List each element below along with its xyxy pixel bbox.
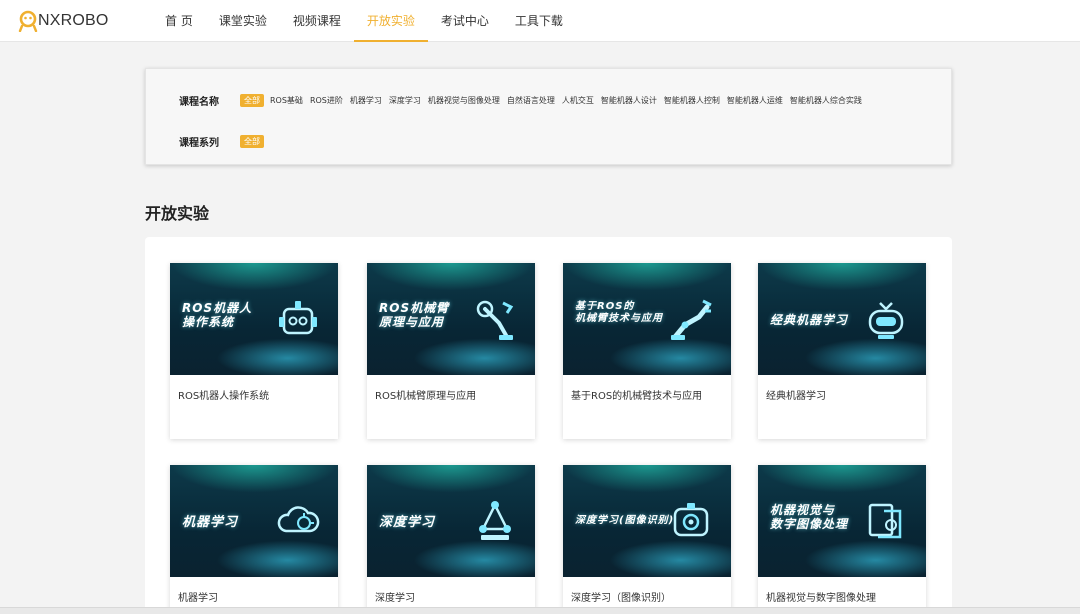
thumbnail-title-line: 数字图像处理 <box>770 517 849 532</box>
course-thumbnail: ROS机械臂 原理与应用 <box>367 263 535 375</box>
thumbnail-title-line: 基于ROS的 <box>575 301 635 312</box>
thumbnail-title: 机器视觉与 数字图像处理 <box>770 503 848 532</box>
course-name-filter-option[interactable]: 自然语言处理 <box>504 94 558 107</box>
thumbnail-title: 深度学习 <box>379 515 435 531</box>
filter-label-course-name: 课程名称 <box>179 97 219 108</box>
course-card-title: 基于ROS的机械臂技术与应用 <box>571 391 703 402</box>
course-name-filter-option[interactable]: 智能机器人综合实践 <box>787 94 865 107</box>
thumbnail-title: 经典机器学习 <box>770 313 848 327</box>
course-name-filter-option[interactable]: 智能机器人运维 <box>724 94 786 107</box>
course-name-filter-option[interactable]: 智能机器人控制 <box>661 94 723 107</box>
course-card-title: ROS机器人操作系统 <box>178 391 270 402</box>
thumbnail-title-line: 深度学习(图像识别) <box>575 515 675 526</box>
brand-name: NXROBO <box>38 12 109 29</box>
course-name-filter-option[interactable]: 深度学习 <box>386 94 424 107</box>
robot-face-icon <box>868 302 904 339</box>
image-scan-icon <box>868 503 902 539</box>
thumbnail-title-line: 原理与应用 <box>379 315 445 330</box>
industrial-arm-icon <box>671 299 712 340</box>
course-card-title: 经典机器学习 <box>766 391 826 402</box>
filter-panel: 课程名称 全部 ROS基础 ROS进阶 机器学习 深度学习 机器视觉与图像处理 自然语言处理… <box>145 68 952 165</box>
course-card-title: 机器学习 <box>178 593 218 604</box>
course-name-filter-option[interactable]: ROS基础 <box>267 94 306 107</box>
course-card-title: 深度学习（图像识别） <box>571 593 671 604</box>
filter-options-course-name: 全部 ROS基础 ROS进阶 机器学习 深度学习 机器视觉与图像处理 自然语言处理 人机交互智… <box>240 94 866 107</box>
course-name-filter-option[interactable]: ROS进阶 <box>307 94 346 107</box>
course-series-filter-option[interactable]: 全部 <box>240 135 264 148</box>
thumbnail-title: 基于ROS的 机械臂技术与应用 <box>575 301 663 325</box>
course-thumbnail: 机器学习 <box>170 465 338 577</box>
thumbnail-title-line: 深度学习 <box>379 515 436 530</box>
molecule-icon <box>479 501 511 540</box>
course-card-title: ROS机械臂原理与应用 <box>375 391 477 402</box>
logo-mark-icon <box>18 10 38 32</box>
thumbnail-title-line: 机器视觉与 <box>770 503 836 517</box>
thumbnail-title: ROS机器人 操作系统 <box>182 301 252 330</box>
filter-row-course-series: 课程系列 全部 <box>179 134 267 149</box>
thumbnail-title: 机器学习 <box>182 515 238 531</box>
thumbnail-title-line: 机械臂技术与应用 <box>575 313 663 324</box>
nav-item-exam-center[interactable]: 考试中心 <box>428 0 502 42</box>
course-thumbnail: 经典机器学习 <box>758 263 926 375</box>
brand-logo[interactable]: NXROBO <box>18 9 109 33</box>
cloud-brain-icon <box>277 506 320 533</box>
thumbnail-title-line: 操作系统 <box>182 315 235 330</box>
course-name-filter-option[interactable]: 机器视觉与图像处理 <box>425 94 503 107</box>
course-thumbnail: 深度学习(图像识别) <box>563 465 731 577</box>
course-grid: ROS机器人 操作系统 ROS机器人操作系统 ROS机械臂 原理与应用 ROS机械臂原理与… <box>145 237 952 614</box>
course-name-filter-option[interactable]: 全部 <box>240 94 264 107</box>
course-thumbnail: 基于ROS的 机械臂技术与应用 <box>563 263 731 375</box>
course-card[interactable]: 深度学习 深度学习 <box>367 465 535 614</box>
nav-item-video-courses[interactable]: 视频课程 <box>280 0 354 42</box>
course-name-filter-option[interactable]: 人机交互 <box>559 94 597 107</box>
course-card[interactable]: ROS机器人 操作系统 ROS机器人操作系统 <box>170 263 338 439</box>
nav-item-open-experiments[interactable]: 开放实验 <box>353 0 428 42</box>
thumbnail-title-line: ROS机械臂 <box>379 301 450 315</box>
course-card[interactable]: 深度学习(图像识别) 深度学习（图像识别） <box>563 465 731 614</box>
course-thumbnail: 机器视觉与 数字图像处理 <box>758 465 926 577</box>
course-card-title: 深度学习 <box>375 593 415 604</box>
filter-options-course-series: 全部 <box>240 135 267 148</box>
top-header: NXROBO 首 页 课堂实验 视频课程 开放实验 考试中心 工具下载 <box>0 0 1080 42</box>
nav-item-home[interactable]: 首 页 <box>152 0 206 42</box>
filter-row-course-name: 课程名称 全部 ROS基础 ROS进阶 机器学习 深度学习 机器视觉与图像处理 自然语言处理… <box>179 93 866 108</box>
course-card[interactable]: 机器视觉与 数字图像处理 机器视觉与数字图像处理 <box>758 465 926 614</box>
robot-head-icon <box>279 301 317 335</box>
thumbnail-title-line: ROS机器人 <box>182 301 253 315</box>
course-thumbnail: 深度学习 <box>367 465 535 577</box>
thumbnail-title-line: 机器学习 <box>182 515 239 530</box>
robot-arm-icon <box>476 300 514 340</box>
nav-item-class-experiments[interactable]: 课堂实验 <box>206 0 280 42</box>
thumbnail-title: 深度学习(图像识别) <box>575 515 674 527</box>
section-title: 开放实验 <box>145 204 210 223</box>
thumbnail-title: ROS机械臂 原理与应用 <box>379 301 449 330</box>
main-nav: 首 页 课堂实验 视频课程 开放实验 考试中心 工具下载 <box>152 0 576 42</box>
thumbnail-title-line: 经典机器学习 <box>770 313 849 327</box>
course-thumbnail: ROS机器人 操作系统 <box>170 263 338 375</box>
course-card[interactable]: 经典机器学习 经典机器学习 <box>758 263 926 439</box>
camera-robot-icon <box>673 503 709 537</box>
nav-item-tool-download[interactable]: 工具下载 <box>502 0 576 42</box>
filter-label-course-series: 课程系列 <box>179 138 219 149</box>
course-card[interactable]: ROS机械臂 原理与应用 ROS机械臂原理与应用 <box>367 263 535 439</box>
course-name-filter-option[interactable]: 智能机器人设计 <box>598 94 660 107</box>
course-card[interactable]: 机器学习 机器学习 <box>170 465 338 614</box>
course-card[interactable]: 基于ROS的 机械臂技术与应用 基于ROS的机械臂技术与应用 <box>563 263 731 439</box>
horizontal-scrollbar[interactable] <box>0 607 1080 614</box>
course-card-title: 机器视觉与数字图像处理 <box>766 593 876 604</box>
course-name-filter-option[interactable]: 机器学习 <box>347 94 385 107</box>
